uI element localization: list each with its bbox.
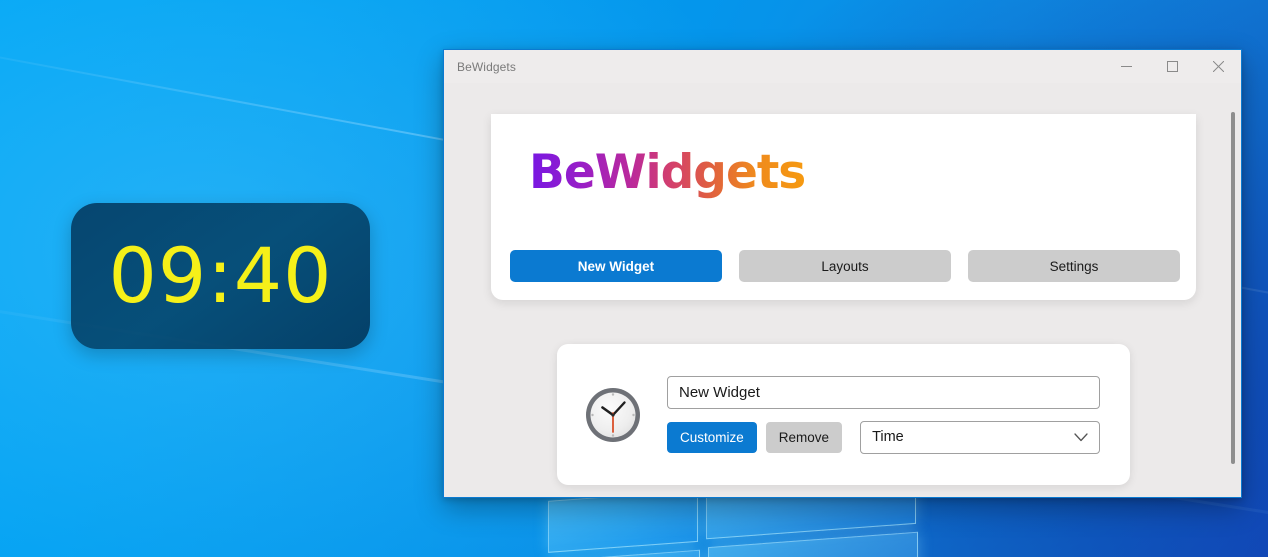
widget-type-dropdown[interactable]: Time: [860, 420, 1100, 454]
minimize-icon: [1120, 61, 1132, 72]
tab-settings[interactable]: Settings: [968, 250, 1180, 282]
tab-bar: New Widget Layouts Settings: [510, 250, 1180, 282]
maximize-button[interactable]: [1149, 50, 1195, 83]
widget-list-item: Customize Remove Time: [557, 344, 1130, 485]
logo-pane-top-left: [548, 489, 698, 553]
window-controls: [1103, 50, 1241, 83]
widget-type-value: Time: [872, 429, 904, 445]
window-body: BeWidgets New Widget Layouts Settings Ne…: [444, 83, 1241, 497]
header-card: BeWidgets New Widget Layouts Settings: [491, 114, 1196, 300]
maximize-icon: [1166, 61, 1178, 72]
minimize-button[interactable]: [1103, 50, 1149, 83]
close-icon: [1212, 61, 1224, 72]
customize-button[interactable]: Customize: [667, 421, 757, 453]
window-title: BeWidgets: [457, 59, 516, 74]
bewidgets-window: BeWidgets BeWidgets New Widget Layouts S…: [443, 49, 1242, 498]
analog-clock-icon: [583, 385, 643, 445]
widget-name-input[interactable]: [667, 375, 1100, 409]
vertical-scrollbar-thumb[interactable]: [1231, 112, 1235, 464]
app-brand-logo: BeWidgets: [491, 145, 806, 200]
tab-new-widget[interactable]: New Widget: [510, 250, 722, 282]
desktop-clock-widget[interactable]: 09:40: [71, 203, 370, 349]
close-button[interactable]: [1195, 50, 1241, 83]
widget-fields: Customize Remove Time: [667, 375, 1108, 454]
tab-layouts[interactable]: Layouts: [739, 250, 951, 282]
clock-widget-time: 09:40: [108, 231, 333, 320]
widget-row-controls: Customize Remove Time: [667, 420, 1100, 454]
chevron-down-icon: [1074, 432, 1088, 442]
window-titlebar[interactable]: BeWidgets: [444, 50, 1241, 83]
remove-button[interactable]: Remove: [765, 421, 843, 453]
vertical-scrollbar-track[interactable]: [1225, 83, 1239, 497]
